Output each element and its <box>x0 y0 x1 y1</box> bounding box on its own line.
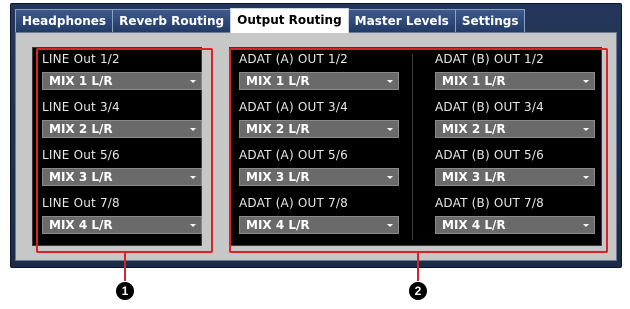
highlight-box-line-outputs <box>36 48 213 253</box>
highlight-box-adat-outputs <box>229 48 608 253</box>
tab-reverb-routing[interactable]: Reverb Routing <box>112 9 232 32</box>
callout-connector-2 <box>417 253 419 281</box>
tab-output-routing[interactable]: Output Routing <box>230 8 349 33</box>
tab-master-levels[interactable]: Master Levels <box>347 9 456 32</box>
tab-bar: Headphones Reverb Routing Output Routing… <box>15 8 526 33</box>
callout-badge-1: 1 <box>116 282 134 300</box>
callout-connector-1 <box>124 253 126 281</box>
callout-badge-2: 2 <box>409 282 427 300</box>
tab-settings[interactable]: Settings <box>454 9 526 32</box>
tab-headphones[interactable]: Headphones <box>15 9 114 32</box>
